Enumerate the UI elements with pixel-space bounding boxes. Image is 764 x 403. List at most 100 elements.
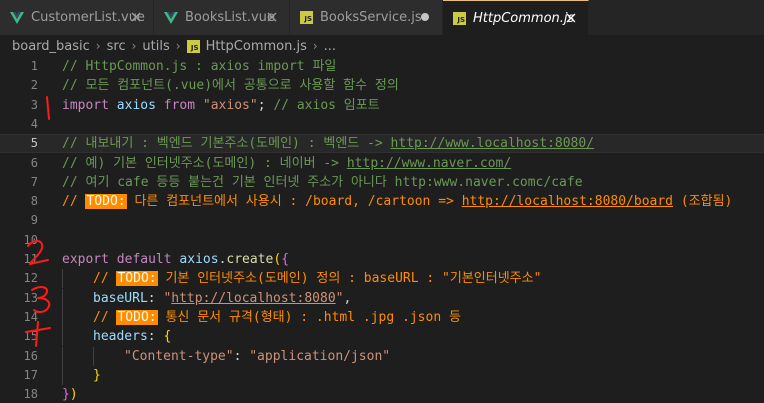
code-token: ) [70, 387, 78, 402]
code-token: 통신 문서 규격(형태) : .html .jpg .json 등 [158, 310, 461, 325]
todo-tag: TODO: [116, 271, 157, 286]
code-line[interactable]: 17} [0, 366, 764, 385]
code-token: (조합됨) [673, 194, 732, 209]
tab-bookslist-vue[interactable]: BooksList.vue [154, 0, 290, 35]
code-token: { [281, 252, 289, 267]
code-token: // [93, 271, 116, 286]
code-token: http://localhost:8080 [171, 291, 335, 306]
code-line[interactable]: 1// HttpCommon.js : axios import 파일 [0, 57, 764, 76]
code-line[interactable]: 8 // TODO: 다른 컴포넌트에서 사용시 : /board, /carto… [0, 192, 764, 211]
indent-guide [62, 327, 63, 346]
code-token: // [93, 310, 116, 325]
code-text: // 예) 기본 인터넷주소(도메인) : 네이버 -> http://www.… [62, 154, 511, 173]
code-line[interactable]: 4 [0, 115, 764, 134]
line-number: 2 [0, 76, 38, 95]
code-token: ; [258, 98, 274, 113]
code-token: } [93, 368, 101, 383]
breadcrumb-item[interactable]: src [107, 39, 126, 54]
code-token: http://localhost:8080/board [462, 194, 673, 209]
breadcrumb-item[interactable]: ... [324, 39, 336, 54]
code-line[interactable]: 9 [0, 211, 764, 230]
code-token: "axios" [203, 98, 258, 113]
code-text: import axios from "axios"; // axios 임포트 [62, 96, 380, 115]
tab-label: BooksService.js [320, 10, 422, 25]
code-text: // TODO: 통신 문서 규격(형태) : .html .jpg .json… [93, 308, 461, 327]
line-number: 13 [0, 289, 38, 308]
indent-guide [62, 366, 63, 385]
code-token: headers [93, 329, 148, 344]
line-number: 7 [0, 173, 38, 192]
code-text: // TODO: 다른 컴포넌트에서 사용시 : /board, /cartoo… [62, 192, 732, 211]
line-number: 11 [0, 250, 38, 269]
code-line[interactable]: 16"Content-type": "application/json" [0, 347, 764, 366]
line-number: 18 [0, 385, 38, 403]
code-line[interactable]: 10 [0, 231, 764, 250]
line-number: 8 [0, 192, 38, 211]
code-line[interactable]: 13 baseURL: "http://localhost:8080", [0, 289, 764, 308]
tab-customerlist-vue[interactable]: CustomerList.vue [0, 0, 154, 35]
code-token: axios [179, 252, 218, 267]
code-token: 기본 인터넷주소(도메인) 정의 : baseURL : "기본인터넷주소" [158, 271, 542, 286]
code-token: 다른 컴포넌트에서 사용시 : /board, /cartoon => [127, 194, 462, 209]
code-token: // 내보내기 : 벡엔드 기본주소(도메인) : 벡엔드 -> [62, 136, 391, 151]
js-icon: JS [300, 11, 313, 24]
breadcrumb: board_basic›src›utils›JSHttpCommon.js›..… [0, 35, 764, 57]
code-line[interactable]: 11export default axios.create({ [0, 250, 764, 269]
chevron-right-icon: › [132, 39, 137, 53]
code-text: }) [62, 385, 78, 403]
breadcrumb-item[interactable]: board_basic [12, 39, 90, 54]
todo-tag: TODO: [116, 310, 157, 325]
line-number: 5 [0, 135, 38, 152]
indent-guide [62, 347, 63, 366]
code-line[interactable]: 12 // TODO: 기본 인터넷주소(도메인) 정의 : baseURL : … [0, 269, 764, 288]
code-text: headers: { [93, 327, 171, 346]
code-token: } [62, 387, 70, 402]
unsaved-dot-icon[interactable] [417, 9, 433, 25]
code-line[interactable]: 7 // 여기 cafe 등등 붙는건 기본 인터넷 주소가 아니다 http:w… [0, 173, 764, 192]
code-text: baseURL: "http://localhost:8080", [93, 289, 351, 308]
line-number: 12 [0, 269, 38, 288]
close-icon[interactable] [264, 9, 280, 25]
js-icon: JS [453, 12, 466, 25]
tab-label: BooksList.vue [185, 10, 275, 25]
line-number: 9 [0, 211, 38, 230]
vue-icon [10, 12, 24, 24]
code-token [195, 98, 203, 113]
chevron-right-icon: › [313, 39, 318, 53]
code-token: : [148, 291, 164, 306]
code-token [156, 98, 164, 113]
code-text: // 모든 컴포넌트(.vue)에서 공통으로 사용할 함수 정의 [62, 76, 399, 95]
code-line[interactable]: 5 // 내보내기 : 벡엔드 기본주소(도메인) : 벡엔드 -> http:/… [0, 134, 764, 153]
code-line[interactable]: 6// 예) 기본 인터넷주소(도메인) : 네이버 -> http://www… [0, 154, 764, 173]
code-token: http://www.naver.com/ [347, 156, 511, 171]
code-text: // 내보내기 : 벡엔드 기본주소(도메인) : 벡엔드 -> http://… [62, 135, 594, 152]
code-token: default [117, 252, 172, 267]
line-number: 15 [0, 327, 38, 346]
tab-label: HttpCommon.js [473, 11, 574, 26]
code-token: : [234, 349, 250, 364]
close-icon[interactable] [128, 9, 144, 25]
line-number: 4 [0, 115, 38, 134]
close-icon[interactable] [563, 10, 579, 26]
code-editor[interactable]: 1// HttpCommon.js : axios import 파일2 // 모… [0, 57, 764, 403]
chevron-right-icon: › [176, 39, 181, 53]
code-text: // 여기 cafe 등등 붙는건 기본 인터넷 주소가 아니다 http:ww… [62, 173, 583, 192]
code-token: : [148, 329, 164, 344]
code-token: ( [273, 252, 281, 267]
indent-guide [62, 308, 63, 327]
tab-httpcommon-js[interactable]: JS HttpCommon.js [443, 0, 589, 35]
code-line[interactable]: 14// TODO: 통신 문서 규격(형태) : .html .jpg .js… [0, 308, 764, 327]
code-line[interactable]: 18}) [0, 385, 764, 403]
code-token: { [163, 329, 171, 344]
breadcrumb-item[interactable]: utils [142, 39, 169, 54]
code-line[interactable]: 3 import axios from "axios"; // axios 임포트 [0, 96, 764, 115]
code-line[interactable]: 2 // 모든 컴포넌트(.vue)에서 공통으로 사용할 함수 정의 [0, 76, 764, 95]
line-number: 3 [0, 96, 38, 115]
code-line[interactable]: 15 headers: { [0, 327, 764, 346]
code-text: // TODO: 기본 인터넷주소(도메인) 정의 : baseURL : "기… [93, 269, 541, 288]
breadcrumb-item[interactable]: HttpCommon.js [206, 39, 307, 54]
code-token: create [226, 252, 273, 267]
code-token [109, 252, 117, 267]
tab-booksservice-js[interactable]: JS BooksService.js [290, 0, 443, 35]
code-token: // 여기 cafe 등등 붙는건 기본 인터넷 주소가 아니다 http:ww… [62, 175, 583, 190]
